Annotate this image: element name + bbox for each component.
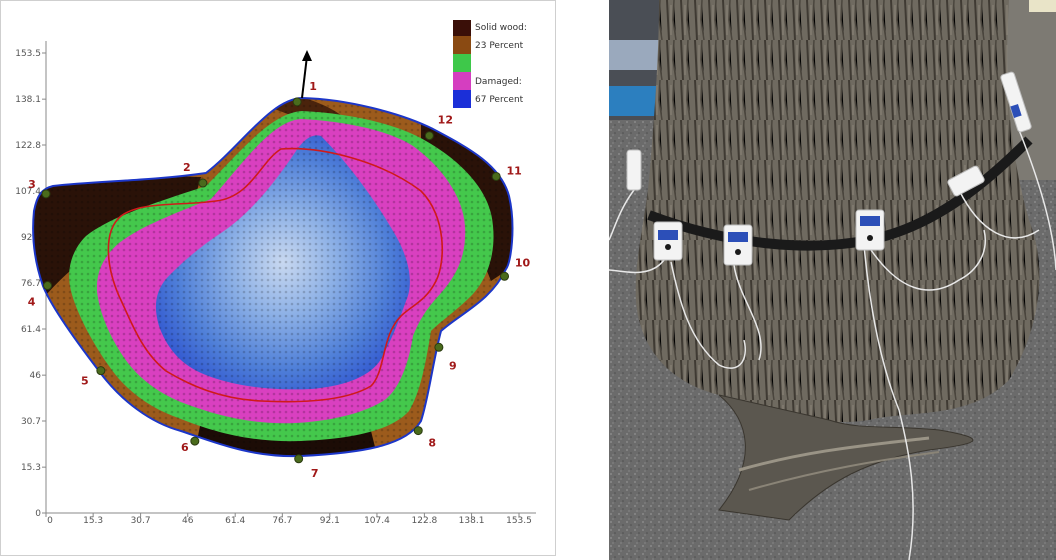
- sensor-label: 11: [507, 164, 522, 177]
- tomogram-body: [33, 98, 513, 457]
- x-tick-label: 122.8: [412, 516, 438, 526]
- x-tick-label: 153.5: [506, 516, 532, 526]
- x-tick-label: 46: [182, 516, 194, 526]
- sensor-label: 3: [28, 178, 36, 191]
- x-tick-label: 15.3: [83, 516, 103, 526]
- legend: Solid wood: 23 Percent Damaged: 67 Perce…: [447, 15, 543, 111]
- y-tick-label: 61.4: [21, 325, 41, 335]
- sensor-point: [491, 171, 501, 181]
- sensor-point: [292, 97, 302, 107]
- sensor-point: [424, 131, 434, 141]
- legend-swatch-2: [453, 36, 471, 54]
- legend-swatch-5: [453, 90, 471, 108]
- legend-label-1: Solid wood:: [475, 23, 527, 33]
- tree-trunk: [635, 0, 1040, 423]
- sensor-point: [413, 426, 423, 436]
- sensor-label: 7: [311, 467, 319, 480]
- sensor-label: 9: [449, 359, 457, 372]
- x-tick-label: 138.1: [459, 516, 485, 526]
- legend-swatch-3: [453, 54, 471, 72]
- legend-label-2: 23 Percent: [475, 41, 524, 51]
- sensor-label: 8: [428, 437, 436, 450]
- y-tick-label: 15.3: [21, 463, 41, 473]
- sensor-label: 4: [28, 296, 36, 309]
- sensor-label: 6: [181, 441, 189, 454]
- sensor-box-3: [855, 209, 885, 251]
- x-tick-group: 0 15.3 30.7 46 61.4 76.7 92.1 107.4 122.8 138.1 15…: [45, 513, 532, 526]
- sensor-label: 2: [183, 161, 191, 174]
- legend-label-5: 67 Percent: [475, 95, 524, 105]
- x-tick-label: 30.7: [131, 516, 151, 526]
- y-tick-label: 76.7: [21, 279, 41, 289]
- y-tick-label: 122.8: [15, 141, 41, 151]
- x-tick-label: 92.1: [320, 516, 340, 526]
- sensor-box-1: [653, 221, 683, 261]
- x-tick-label: 107.4: [364, 516, 390, 526]
- sensor-label: 1: [309, 80, 317, 93]
- legend-swatch-1: [453, 20, 471, 36]
- sensor-point: [198, 178, 208, 188]
- sensor-point: [500, 271, 510, 281]
- x-tick-label: 0: [47, 516, 53, 526]
- y-tick-label: 46: [30, 371, 42, 381]
- tree-photo-image: [609, 0, 1056, 560]
- sensor-point: [294, 454, 304, 464]
- tomogram-panel: 0 15.3 30.7 46 61.4 76.7 92.1 107.4 122.8 138.1 15…: [0, 0, 556, 556]
- sensor-label: 12: [438, 114, 453, 127]
- tomogram-chart: 0 15.3 30.7 46 61.4 76.7 92.1 107.4 122.8 138.1 15…: [15, 15, 543, 526]
- x-tick-label: 76.7: [272, 516, 292, 526]
- sensor-point: [190, 436, 200, 446]
- legend-swatch-4: [453, 72, 471, 90]
- y-tick-label: 138.1: [15, 95, 41, 105]
- legend-label-4: Damaged:: [475, 77, 522, 87]
- sensor-point: [96, 366, 106, 376]
- y-tick-label: 30.7: [21, 417, 41, 427]
- tree-photo: [609, 0, 1056, 560]
- sensor-point: [434, 342, 444, 352]
- sensor-label: 5: [81, 375, 89, 388]
- sensor-box-6: [626, 149, 642, 191]
- x-tick-label: 61.4: [225, 516, 245, 526]
- y-tick-label: 153.5: [15, 49, 41, 59]
- sensor-label: 10: [515, 256, 531, 269]
- y-tick-label: 0: [35, 509, 41, 519]
- sensor-point: [43, 281, 53, 291]
- sensor-box-2: [723, 224, 753, 266]
- sensor-point: [41, 189, 51, 199]
